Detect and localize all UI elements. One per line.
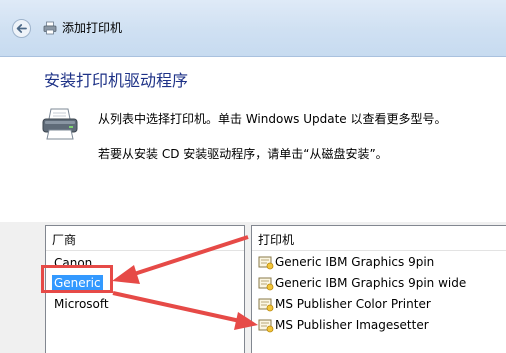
printer-item-label: Generic IBM Graphics 9pin wide	[275, 276, 467, 290]
certified-driver-icon	[258, 319, 274, 333]
certified-driver-icon	[258, 298, 274, 312]
back-button[interactable]	[12, 19, 31, 38]
printer-list[interactable]: 打印机 Generic IBM Graphics 9pin Generic IB…	[251, 225, 506, 353]
certified-driver-icon	[258, 256, 274, 270]
instruction-text-disk: 若要从安装 CD 安装驱动程序，请单击“从磁盘安装”。	[98, 147, 388, 161]
instruction-text: 从列表中选择打印机。单击 Windows Update 以查看更多型号。	[98, 112, 447, 126]
printer-item-label: Generic IBM Graphics 9pin	[275, 255, 435, 269]
printer-item-label: MS Publisher Color Printer	[275, 297, 431, 311]
manufacturer-item-microsoft[interactable]: Microsoft	[52, 296, 111, 312]
window-title: 添加打印机	[62, 21, 123, 35]
header-divider	[46, 250, 244, 251]
printer-icon	[42, 108, 78, 140]
certified-driver-icon	[258, 277, 274, 291]
header-divider	[252, 250, 506, 251]
printer-icon	[43, 21, 57, 35]
printer-item[interactable]: Generic IBM Graphics 9pin	[258, 253, 434, 271]
page-title: 安装打印机驱动程序	[44, 71, 189, 90]
printer-list-header: 打印机	[258, 233, 295, 247]
printer-item[interactable]: MS Publisher Imagesetter	[258, 316, 429, 334]
back-arrow-icon	[16, 24, 27, 33]
printer-item[interactable]: Generic IBM Graphics 9pin wide	[258, 274, 466, 292]
printer-item-label: MS Publisher Imagesetter	[275, 318, 429, 332]
manufacturer-list-header: 厂商	[52, 233, 77, 247]
annotation-highlight-box	[41, 265, 113, 293]
printer-item[interactable]: MS Publisher Color Printer	[258, 295, 431, 313]
